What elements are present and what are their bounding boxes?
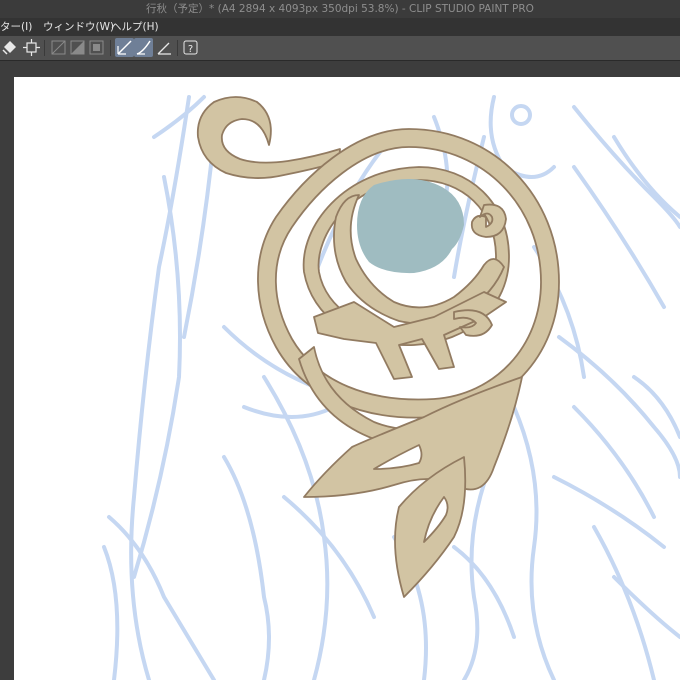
toolbar-separator	[177, 40, 178, 56]
artwork	[102, 95, 680, 680]
ruler-snap-icon[interactable]	[115, 38, 134, 57]
perspective-ruler-icon[interactable]	[155, 38, 174, 57]
menu-help[interactable]: ヘルプ(H)	[111, 18, 159, 36]
svg-text:?: ?	[188, 44, 193, 55]
menu-filter[interactable]: ター(I)	[0, 18, 32, 36]
gem	[357, 178, 464, 274]
title-bar: 行秋（予定）* (A4 2894 x 4093px 350dpi 53.8%) …	[0, 0, 680, 18]
command-bar: ?	[0, 36, 680, 61]
toolbar-separator	[44, 40, 45, 56]
menu-bar: ター(I) ウィンドウ(W) ヘルプ(H)	[0, 18, 680, 36]
gradient-fill-icon[interactable]	[68, 38, 87, 57]
frame-icon[interactable]	[87, 38, 106, 57]
layer-mask-icon[interactable]	[49, 38, 68, 57]
toolbar-separator	[110, 40, 111, 56]
drawing-canvas[interactable]	[14, 77, 680, 680]
fill-bucket-icon[interactable]	[1, 38, 20, 57]
transform-crop-icon[interactable]	[22, 38, 41, 57]
help-icon[interactable]: ?	[181, 38, 200, 57]
ruler-snap-alt-icon[interactable]	[134, 38, 153, 57]
window-title: 行秋（予定）* (A4 2894 x 4093px 350dpi 53.8%) …	[146, 3, 534, 15]
canvas-workspace	[0, 61, 680, 680]
menu-window[interactable]: ウィンドウ(W)	[43, 18, 114, 36]
